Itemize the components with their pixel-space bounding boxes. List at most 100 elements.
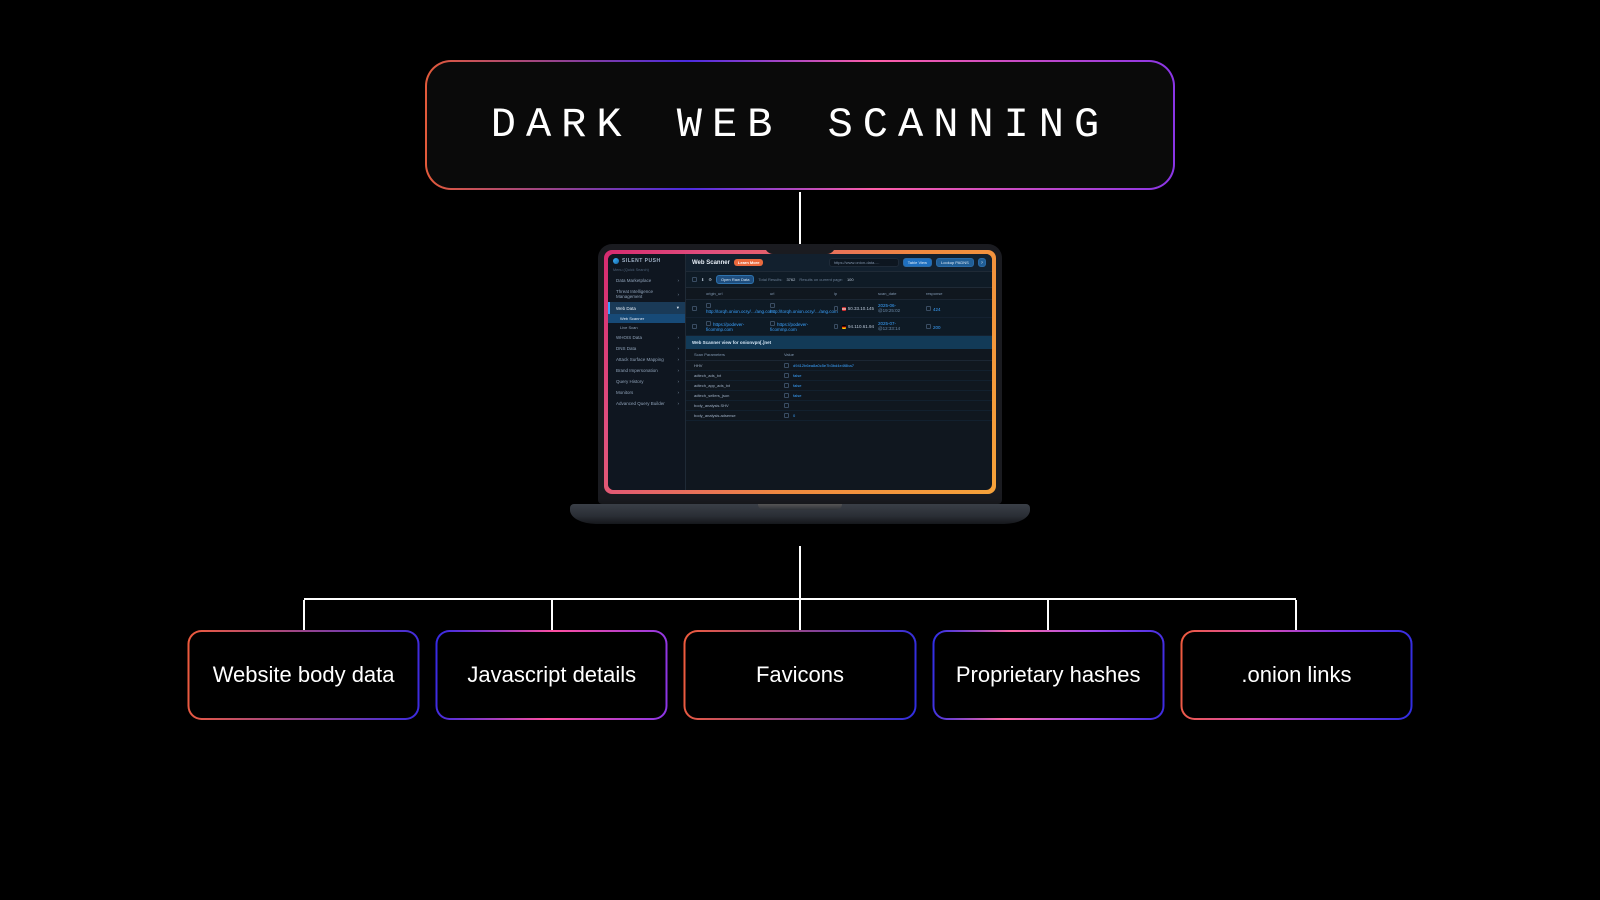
- param-header-val: Value: [784, 352, 984, 357]
- table-row[interactable]: https://podever-ficommp.com https://pode…: [686, 318, 992, 336]
- feature-label: Favicons: [756, 661, 844, 689]
- laptop-base: [570, 504, 1030, 524]
- laptop-notch: [765, 244, 835, 254]
- sidebar: SILENT PUSH Menu (Quick Search) Data Mar…: [608, 254, 686, 490]
- sidebar-item[interactable]: Advanced Query Builder›: [608, 398, 685, 409]
- copy-icon[interactable]: [706, 303, 711, 308]
- sidebar-item[interactable]: Query History›: [608, 376, 685, 387]
- copy-icon[interactable]: [770, 321, 775, 326]
- cell: https://podever-ficommp.com: [706, 322, 744, 332]
- copy-icon[interactable]: [834, 324, 838, 329]
- table-view-button[interactable]: Table View: [903, 258, 932, 267]
- laptop-illustration: SILENT PUSH Menu (Quick Search) Data Mar…: [570, 244, 1030, 524]
- param-key: body_analysis.adsense: [694, 413, 784, 418]
- page-results-label: Results on current page:: [799, 277, 843, 282]
- download-icon[interactable]: ⬇: [701, 277, 704, 282]
- help-icon[interactable]: ?: [978, 258, 986, 267]
- sidebar-item[interactable]: Threat Intelligence Management›: [608, 286, 685, 302]
- detail-panel-title: Web Scanner view for onionvpn[.]net: [686, 336, 992, 349]
- cell: http://torqh.onion.ocry/…/ang.com: [770, 309, 838, 314]
- row-checkbox[interactable]: [692, 324, 697, 329]
- param-row: adtech_ads_txt false: [686, 371, 992, 381]
- sidebar-item[interactable]: Brand Impersonation›: [608, 365, 685, 376]
- col-header[interactable]: ip: [834, 291, 874, 296]
- sidebar-item[interactable]: Monitors›: [608, 387, 685, 398]
- param-row: body_analysis.SHV: [686, 401, 992, 411]
- cell: @12:33:14: [878, 327, 922, 332]
- total-results-value: 3762: [786, 277, 795, 282]
- copy-icon[interactable]: [926, 324, 931, 329]
- feature-label: Javascript details: [467, 661, 636, 689]
- learn-more-button[interactable]: Learn More: [734, 259, 764, 266]
- url-input[interactable]: https://www.onion-data-…: [829, 258, 899, 267]
- connector-line: [1295, 600, 1297, 630]
- copy-icon[interactable]: [706, 321, 711, 326]
- copy-icon[interactable]: [784, 373, 789, 378]
- param-row: body_analysis.adsense 0: [686, 411, 992, 421]
- sidebar-item-label: WHOIS Data: [616, 335, 642, 340]
- lookup-button[interactable]: Lookup PADNS: [936, 258, 974, 267]
- copy-icon[interactable]: [926, 306, 931, 311]
- sidebar-item[interactable]: Attack Surface Mapping›: [608, 354, 685, 365]
- filter-icon[interactable]: ⚙: [708, 277, 712, 282]
- sidebar-subitem[interactable]: Live Scan: [608, 323, 685, 332]
- param-header: Scan Parameters Value: [686, 349, 992, 361]
- cell: https://podever-ficommp.com: [770, 322, 808, 332]
- brand-logo-icon: [613, 258, 619, 264]
- page-title: DARK WEB SCANNING: [491, 101, 1109, 149]
- feature-label: Proprietary hashes: [956, 661, 1141, 689]
- param-val: 0: [793, 413, 795, 418]
- col-header[interactable]: response: [926, 291, 956, 296]
- param-val: false: [793, 383, 801, 388]
- copy-icon[interactable]: [784, 413, 789, 418]
- sidebar-item-label: Web Data: [616, 306, 636, 311]
- param-key: adtech_ads_txt: [694, 373, 784, 378]
- sidebar-item[interactable]: DNS Data›: [608, 343, 685, 354]
- cell: http://torqh.onion.ocry/…/ang.com: [706, 309, 774, 314]
- copy-icon[interactable]: [784, 403, 789, 408]
- cell: 200: [933, 325, 941, 330]
- cell: @19:25:02: [878, 309, 922, 314]
- sidebar-item[interactable]: WHOIS Data›: [608, 332, 685, 343]
- param-val: false: [793, 373, 801, 378]
- page-results-value: 100: [847, 277, 854, 282]
- connector-line: [303, 600, 305, 630]
- view-title: Web Scanner: [692, 260, 730, 266]
- param-header-key: Scan Parameters: [694, 352, 784, 357]
- col-header[interactable]: origin_url: [706, 291, 766, 296]
- total-results-label: Total Results:: [758, 277, 782, 282]
- open-raw-button[interactable]: Open Raw Data: [716, 275, 754, 284]
- sidebar-item-label: Brand Impersonation: [616, 368, 658, 373]
- copy-icon[interactable]: [834, 306, 838, 311]
- topbar: Web Scanner Learn More https://www.onion…: [686, 254, 992, 272]
- copy-icon[interactable]: [784, 363, 789, 368]
- sidebar-item-label: Attack Surface Mapping: [616, 357, 664, 362]
- sidebar-item-label: Data Marketplace: [616, 278, 651, 283]
- app-screenshot: SILENT PUSH Menu (Quick Search) Data Mar…: [608, 254, 992, 490]
- toolbar: ⬇ ⚙ Open Raw Data Total Results: 3762 Re…: [686, 272, 992, 288]
- param-row: adtech_app_ads_txtfalse: [686, 381, 992, 391]
- connector-line: [551, 600, 553, 630]
- param-key: body_analysis.SHV: [694, 403, 784, 408]
- copy-icon[interactable]: [770, 303, 775, 308]
- col-header[interactable]: scan_date: [878, 291, 922, 296]
- sidebar-item[interactable]: Web Data▾: [608, 302, 685, 314]
- col-header[interactable]: url: [770, 291, 830, 296]
- sidebar-item-label: DNS Data: [616, 346, 636, 351]
- param-val: d9412b6ea8a0c5e7b3bd4e4f8ba7: [793, 363, 854, 368]
- connector-line: [799, 600, 801, 630]
- param-key: adtech_sellers_json: [694, 393, 784, 398]
- table-row[interactable]: http://torqh.onion.ocry/…/ang.com http:/…: [686, 300, 992, 318]
- sidebar-subitem[interactable]: Web Scanner: [608, 314, 685, 323]
- connector-line: [799, 546, 801, 598]
- feature-card: Proprietary hashes: [932, 630, 1164, 720]
- select-all-checkbox[interactable]: [692, 277, 697, 282]
- copy-icon[interactable]: [784, 393, 789, 398]
- feature-cards: Website body data Javascript details Fav…: [188, 630, 1413, 720]
- row-checkbox[interactable]: [692, 306, 697, 311]
- brand-name: SILENT PUSH: [622, 258, 661, 264]
- feature-card: .onion links: [1180, 630, 1412, 720]
- sidebar-item[interactable]: Data Marketplace›: [608, 275, 685, 286]
- copy-icon[interactable]: [784, 383, 789, 388]
- table-header: origin_url url ip scan_date response: [686, 288, 992, 300]
